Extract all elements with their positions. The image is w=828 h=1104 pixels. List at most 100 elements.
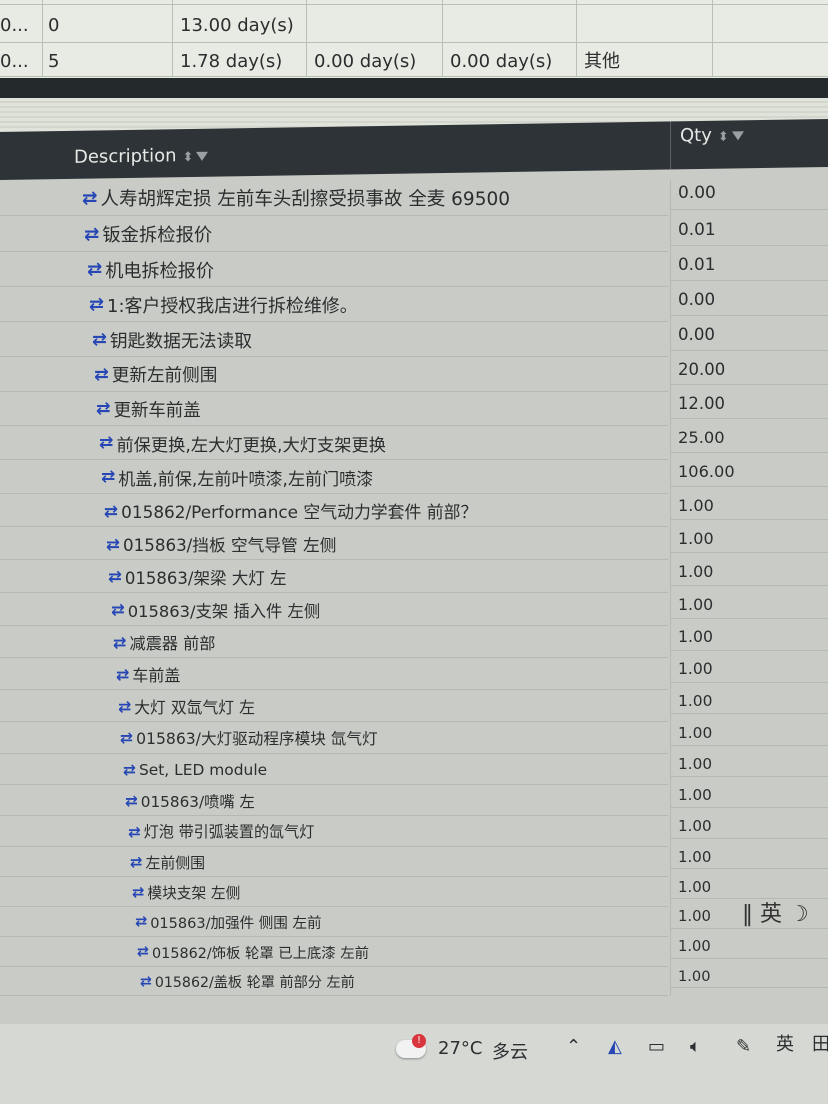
row-qty: 0.00	[678, 289, 716, 309]
table-row[interactable]: ⇄ 更新左前侧围 20.00	[0, 357, 828, 392]
swap-arrows-icon[interactable]: ⇄	[84, 224, 99, 245]
swap-arrows-icon[interactable]: ⇄	[101, 467, 115, 487]
summary-cell	[584, 8, 708, 44]
swap-arrows-icon[interactable]: ⇄	[130, 853, 142, 871]
pen-icon[interactable]: ✎	[736, 1036, 751, 1057]
table-row[interactable]: ⇄ 钣金拆检报价 0.01	[0, 216, 828, 252]
sort-icon[interactable]: ⬍	[718, 130, 729, 145]
swap-arrows-icon[interactable]: ⇄	[82, 188, 98, 209]
summary-row[interactable]: 0... 5 1.78 day(s) 0.00 day(s) 0.00 day(…	[0, 44, 828, 80]
summary-cell	[314, 8, 438, 44]
row-description: 015863/支架 插入件 左侧	[127, 601, 321, 621]
column-divider	[670, 460, 671, 494]
row-description-cell: ⇄ Set, LED module	[123, 754, 664, 785]
column-header-description[interactable]: Description ⬍	[74, 145, 209, 168]
table-row[interactable]: ⇄ 015863/挡板 空气导管 左侧 1.00	[0, 527, 828, 560]
table-row[interactable]: ⇄ 1:客户授权我店进行拆检维修。 0.00	[0, 287, 828, 322]
ime-indicator-popup[interactable]: ‖ 英 ☽	[742, 896, 809, 928]
swap-arrows-icon[interactable]: ⇄	[132, 884, 144, 901]
table-row[interactable]: ⇄ 015863/架梁 大灯 左 1.00	[0, 560, 828, 593]
row-divider	[670, 418, 828, 419]
table-row[interactable]: ⇄ Set, LED module 1.00	[0, 754, 828, 785]
table-row[interactable]: ⇄ 人寿胡辉定损 左前车头刮擦受损事故 全麦 69500 0.00	[0, 180, 828, 216]
table-row[interactable]: ⇄ 015862/Performance 空气动力学套件 前部？ 1.00	[0, 494, 828, 527]
column-divider	[670, 907, 671, 937]
swap-arrows-icon[interactable]: ⇄	[135, 914, 147, 930]
chevron-up-icon[interactable]: ⌃	[566, 1036, 581, 1057]
table-row[interactable]: ⇄ 机电拆检报价 0.01	[0, 252, 828, 287]
table-row[interactable]: ⇄ 015863/加强件 侧围 左前 1.00	[0, 907, 828, 937]
summary-cell: 0...	[0, 15, 29, 36]
swap-arrows-icon[interactable]: ⇄	[92, 329, 107, 350]
table-row[interactable]: ⇄ 015863/大灯驱动程序模块 氙气灯 1.00	[0, 722, 828, 754]
summary-row[interactable]: 0... 0 13.00 day(s)	[0, 8, 828, 44]
table-row[interactable]: ⇄ 015863/喷嘴 左 1.00	[0, 785, 828, 816]
column-divider	[670, 180, 671, 216]
swap-arrows-icon[interactable]: ⇄	[113, 633, 127, 652]
swap-arrows-icon[interactable]: ⇄	[118, 697, 131, 716]
swap-arrows-icon[interactable]: ⇄	[106, 534, 120, 554]
row-description-cell: ⇄ 015863/架梁 大灯 左	[108, 560, 664, 593]
swap-arrows-icon[interactable]: ⇄	[99, 433, 113, 453]
row-divider	[670, 315, 828, 316]
row-description-cell: ⇄ 前保更换,左大灯更换,大灯支架更换	[99, 426, 664, 460]
row-qty: 0.01	[678, 219, 716, 239]
app-tray-icon[interactable]: ◭	[608, 1036, 622, 1057]
table-row[interactable]: ⇄ 机盖,前保,左前叶喷漆,左前门喷漆 106.00	[0, 460, 828, 494]
table-row[interactable]: ⇄ 更新车前盖 12.00	[0, 392, 828, 426]
table-row[interactable]: ⇄ 减震器 前部 1.00	[0, 626, 828, 658]
table-row[interactable]: ⇄ 015862/盖板 轮罩 前部分 左前 1.00	[0, 967, 828, 996]
sort-icon[interactable]: ⬍	[183, 150, 194, 165]
row-description-cell: ⇄ 左前侧围	[130, 847, 664, 877]
ime-indicator[interactable]: 英	[776, 1030, 794, 1056]
ime-mode-icon[interactable]: 田	[812, 1030, 828, 1056]
swap-arrows-icon[interactable]: ⇄	[116, 665, 129, 684]
swap-arrows-icon[interactable]: ⇄	[128, 823, 141, 841]
row-description-cell: ⇄ 减震器 前部	[113, 626, 664, 658]
summary-cell: 5	[48, 51, 60, 72]
swap-arrows-icon[interactable]: ⇄	[89, 294, 104, 315]
row-description: 更新左前侧围	[111, 366, 218, 386]
network-icon[interactable]: ▭	[648, 1036, 665, 1057]
table-row[interactable]: ⇄ 大灯 双氙气灯 左 1.00	[0, 690, 828, 722]
swap-arrows-icon[interactable]: ⇄	[125, 792, 138, 810]
row-qty: 0.00	[678, 183, 716, 203]
swap-arrows-icon[interactable]: ⇄	[137, 944, 149, 960]
swap-arrows-icon[interactable]: ⇄	[111, 600, 125, 619]
table-row[interactable]: ⇄ 车前盖 1.00	[0, 658, 828, 690]
row-qty: 1.00	[678, 938, 711, 955]
swap-arrows-icon[interactable]: ⇄	[94, 365, 109, 385]
weather-condition[interactable]: 多云	[492, 1038, 528, 1064]
volume-icon[interactable]: 🔈︎	[690, 1036, 701, 1057]
filter-icon[interactable]	[196, 151, 209, 161]
table-row[interactable]: ⇄ 前保更换,左大灯更换,大灯支架更换 25.00	[0, 426, 828, 460]
row-divider	[670, 280, 828, 281]
swap-arrows-icon[interactable]: ⇄	[87, 259, 102, 280]
swap-arrows-icon[interactable]: ⇄	[104, 501, 118, 521]
column-divider	[670, 322, 671, 357]
table-row[interactable]: ⇄ 015863/支架 插入件 左侧 1.00	[0, 593, 828, 626]
row-divider	[670, 928, 828, 929]
summary-table: 0... 0 13.00 day(s) 0... 5 1.78 day(s) 0…	[0, 0, 828, 80]
row-description-cell: ⇄ 015862/Performance 空气动力学套件 前部？	[104, 494, 664, 527]
filter-icon[interactable]	[731, 130, 744, 141]
row-description: 机电拆检报价	[105, 260, 214, 282]
swap-arrows-icon[interactable]: ⇄	[140, 974, 152, 990]
row-description: 015863/喷嘴 左	[140, 792, 255, 811]
weather-temperature[interactable]: 27°C	[438, 1038, 482, 1059]
table-row[interactable]: ⇄ 015862/饰板 轮罩 已上底漆 左前 1.00	[0, 937, 828, 967]
row-divider	[670, 713, 828, 714]
row-qty: 1.00	[678, 908, 711, 925]
column-header-qty[interactable]: Qty ⬍	[680, 124, 744, 146]
swap-arrows-icon[interactable]: ⇄	[120, 729, 133, 747]
moon-icon[interactable]: ☽	[789, 902, 809, 927]
swap-arrows-icon[interactable]: ⇄	[108, 567, 122, 586]
row-description-cell: ⇄ 钣金拆检报价	[84, 216, 664, 252]
table-row[interactable]: ⇄ 模块支架 左侧 1.00	[0, 877, 828, 907]
table-row[interactable]: ⇄ 钥匙数据无法读取 0.00	[0, 322, 828, 357]
swap-arrows-icon[interactable]: ⇄	[123, 761, 136, 779]
swap-arrows-icon[interactable]: ⇄	[96, 399, 111, 419]
table-row[interactable]: ⇄ 左前侧围 1.00	[0, 847, 828, 877]
row-description-cell: ⇄ 灯泡 带引弧装置的氙气灯	[128, 816, 664, 847]
table-row[interactable]: ⇄ 灯泡 带引弧装置的氙气灯 1.00	[0, 816, 828, 847]
